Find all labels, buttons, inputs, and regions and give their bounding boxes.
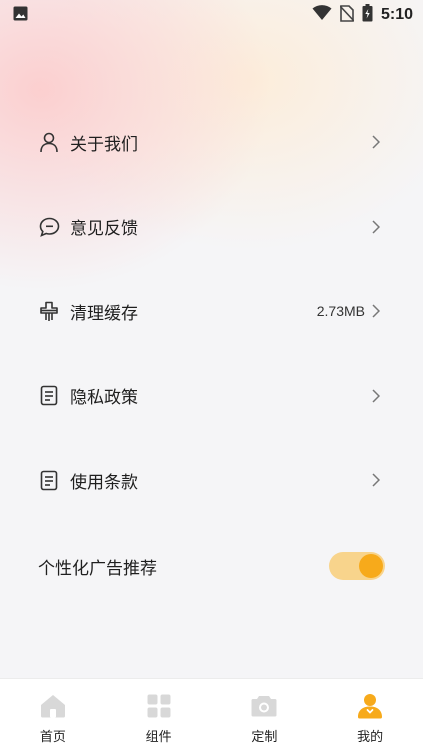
brush-icon bbox=[38, 300, 60, 322]
menu-item-label: 清理缓存 bbox=[70, 303, 138, 324]
menu-item-label: 使用条款 bbox=[70, 472, 138, 493]
chevron-right-icon bbox=[369, 220, 383, 234]
toggle-knob bbox=[359, 554, 383, 578]
chevron-right-icon bbox=[369, 304, 383, 318]
tab-home[interactable]: 首页 bbox=[0, 679, 105, 753]
tab-components[interactable]: 组件 bbox=[106, 679, 211, 753]
status-icons: 5:10 bbox=[312, 4, 413, 26]
person-icon bbox=[38, 131, 60, 153]
home-icon bbox=[39, 692, 67, 720]
menu-item-label: 意见反馈 bbox=[70, 219, 138, 240]
document-icon bbox=[38, 469, 60, 491]
chevron-right-icon bbox=[369, 473, 383, 487]
chevron-right-icon bbox=[369, 135, 383, 149]
menu-item-feedback[interactable]: 意见反馈 bbox=[0, 185, 423, 270]
status-bar: 5:10 bbox=[0, 0, 423, 30]
menu-item-label: 隐私政策 bbox=[70, 388, 138, 409]
image-icon bbox=[13, 6, 28, 25]
menu-item-about-us[interactable]: 关于我们 bbox=[0, 100, 423, 185]
status-time: 5:10 bbox=[380, 6, 413, 23]
chevron-right-icon bbox=[369, 389, 383, 403]
tab-label: 我的 bbox=[357, 730, 384, 745]
tab-label: 定制 bbox=[251, 730, 278, 745]
wifi-icon bbox=[312, 5, 332, 25]
bottom-tab-bar: 首页 组件 定制 我的 bbox=[0, 678, 423, 753]
battery-icon bbox=[362, 4, 373, 26]
tab-mine[interactable]: 我的 bbox=[318, 679, 423, 753]
cache-size-value: 2.73MB bbox=[316, 303, 365, 320]
menu-item-privacy-policy[interactable]: 隐私政策 bbox=[0, 354, 423, 439]
chat-bubble-icon bbox=[38, 216, 60, 238]
camera-icon bbox=[250, 692, 278, 720]
profile-icon bbox=[356, 692, 384, 720]
menu-item-clear-cache[interactable]: 清理缓存 2.73MB bbox=[0, 269, 423, 354]
grid-icon bbox=[145, 692, 173, 720]
no-sim-icon bbox=[339, 4, 355, 26]
tab-label: 首页 bbox=[39, 730, 66, 745]
menu-item-terms-of-use[interactable]: 使用条款 bbox=[0, 438, 423, 523]
personalized-ads-label: 个性化广告推荐 bbox=[38, 558, 157, 579]
document-icon bbox=[38, 385, 60, 407]
personalized-ads-row: 个性化广告推荐 bbox=[0, 524, 423, 608]
personalized-ads-toggle[interactable] bbox=[329, 552, 385, 580]
tab-customize[interactable]: 定制 bbox=[212, 679, 317, 753]
menu-item-label: 关于我们 bbox=[70, 134, 138, 155]
tab-label: 组件 bbox=[145, 730, 172, 745]
settings-menu: 关于我们 意见反馈 清理缓存 2.73MB 隐私政策 使用条款 bbox=[0, 100, 423, 523]
